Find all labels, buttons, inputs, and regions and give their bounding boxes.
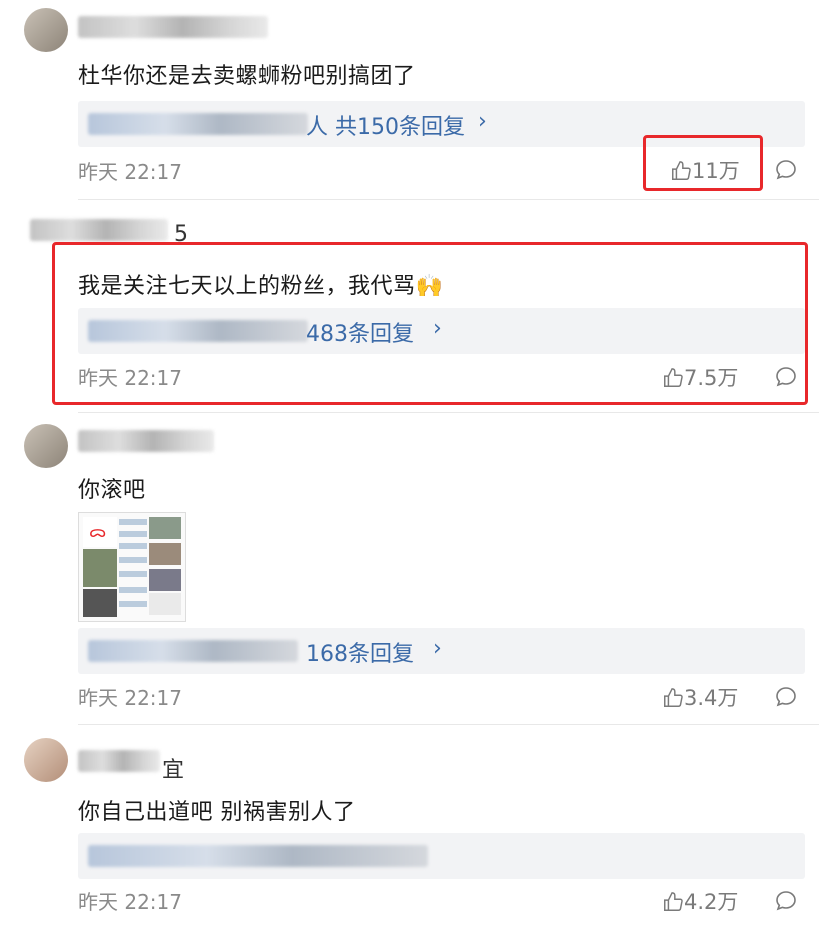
divider	[78, 412, 819, 413]
timestamp: 昨天 22:17	[78, 160, 182, 184]
like-button[interactable]: 4.2万	[662, 886, 738, 916]
reply-count-link[interactable]: 人 共150条回复	[306, 109, 465, 141]
avatar[interactable]	[24, 8, 68, 52]
comment-bubble-icon[interactable]	[774, 158, 798, 182]
chevron-right-icon: ›	[478, 109, 487, 134]
reply-summary[interactable]	[78, 833, 805, 879]
divider	[78, 199, 819, 200]
comment-bubble-icon[interactable]	[774, 889, 798, 913]
avatar[interactable]	[24, 424, 68, 468]
thumbs-up-icon	[664, 892, 683, 911]
thumbs-up-icon	[664, 688, 683, 707]
like-count: 4.2万	[684, 890, 739, 914]
reply-count-link[interactable]: 168条回复	[306, 636, 414, 668]
svg-text:ᯅ: ᯅ	[89, 522, 106, 541]
highlight-box	[643, 135, 763, 191]
attached-image-thumbnail[interactable]: ᯅ	[78, 512, 186, 622]
comment-text: 杜华你还是去卖螺蛳粉吧别搞团了	[78, 64, 416, 89]
username-blurred[interactable]	[30, 219, 168, 241]
comment-text: 你滚吧	[78, 478, 146, 503]
divider	[78, 724, 819, 725]
chevron-right-icon: ›	[433, 636, 442, 661]
avatar[interactable]	[24, 738, 68, 782]
username-blurred[interactable]	[78, 430, 214, 452]
reply-preview-blurred	[88, 640, 298, 662]
username-tail: 宜	[162, 758, 185, 783]
reply-summary[interactable]: 168条回复 ›	[78, 628, 805, 674]
comment-text: 你自己出道吧 别祸害别人了	[78, 800, 356, 825]
timestamp: 昨天 22:17	[78, 890, 182, 914]
username-blurred[interactable]	[78, 750, 160, 772]
comment-bubble-icon[interactable]	[774, 685, 798, 709]
username-blurred[interactable]	[78, 16, 268, 38]
timestamp: 昨天 22:17	[78, 686, 182, 710]
reply-preview-blurred	[88, 845, 428, 867]
like-button[interactable]: 3.4万	[662, 682, 738, 712]
like-count: 3.4万	[684, 686, 739, 710]
reply-preview-blurred	[88, 113, 308, 135]
highlight-box	[52, 242, 808, 405]
